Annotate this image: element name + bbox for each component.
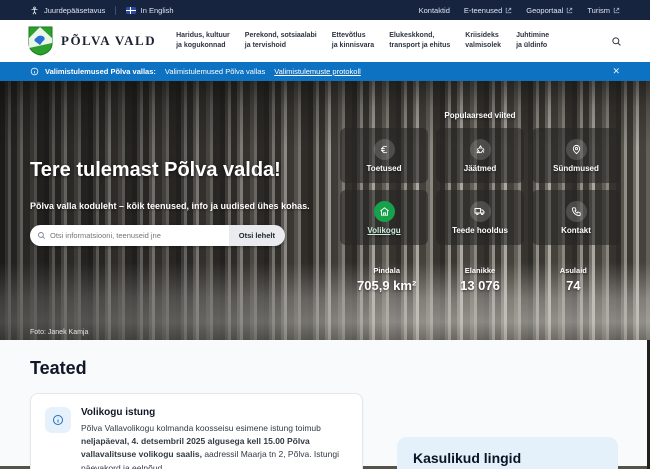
quicklinks: Populaarsed viited Toetused (340, 111, 620, 245)
nav-item-perekond[interactable]: Perekond, sotsiaalabi ja tervishoid (245, 31, 317, 51)
stat-label: Pindala (340, 266, 433, 275)
accessibility-label: Juurdepääsetavus (44, 6, 105, 15)
tile-label: Sündmused (553, 164, 599, 173)
teated-heading: Teated (30, 358, 620, 379)
language-label: In English (141, 6, 174, 15)
info-icon (30, 67, 39, 76)
tile-volikogu[interactable]: Volikogu (340, 190, 428, 245)
nav-item-ettevotlus[interactable]: Ettevõtlus ja kinnisvara (332, 31, 374, 51)
useful-links-panel: Kasulikud lingid (397, 437, 618, 469)
topbar-link-label: Geoportaal (526, 6, 563, 15)
tile-label: Jäätmed (464, 164, 496, 173)
truck-icon (470, 201, 491, 222)
hero-subtitle: Põlva valla koduleht – kõik teenused, in… (30, 201, 310, 211)
stat-value: 74 (527, 278, 620, 293)
map-pin-icon (566, 139, 587, 160)
announcement-link[interactable]: Valimistulemuste protokoll (274, 67, 361, 76)
topbar-link-label: Turism (587, 6, 610, 15)
nav-label: valmisolek (465, 41, 501, 51)
tile-kontakt[interactable]: Kontakt (532, 190, 620, 245)
topbar-link-turism[interactable]: Turism (587, 6, 620, 15)
external-link-icon (566, 7, 573, 14)
accessibility-link[interactable]: Juurdepääsetavus (30, 6, 105, 15)
stat-label: Elanikke (433, 266, 526, 275)
announcement-title: Valimistulemused Põlva vallas: (45, 67, 156, 76)
notice-title: Volikogu istung (81, 407, 348, 418)
announcement-text: Valimistulemused Põlva vallas (165, 67, 265, 76)
tile-teede-hooldus[interactable]: Teede hooldus (436, 190, 524, 245)
topbar-link-e-teenused[interactable]: E-teenused (464, 6, 512, 15)
external-link-icon (613, 7, 620, 14)
top-utility-bar: Juurdepääsetavus | In English Kontaktid … (0, 0, 650, 20)
nav-item-juhtimine[interactable]: Juhtimine ja üldinfo (516, 31, 549, 51)
notice-body-text: Põlva Vallavolikogu kolmanda koosseisu e… (81, 423, 321, 433)
stat-value: 705,9 km² (340, 278, 433, 293)
topbar-link-label: E-teenused (464, 6, 502, 15)
main-nav: Haridus, kultuur ja kogukonnad Perekond,… (176, 31, 549, 51)
page: Juurdepääsetavus | In English Kontaktid … (0, 0, 650, 469)
notice-body: Põlva Vallavolikogu kolmanda koosseisu e… (81, 422, 348, 469)
tile-toetused[interactable]: Toetused (340, 128, 428, 183)
header-search-button[interactable] (611, 36, 622, 47)
stat-pindala: Pindala 705,9 km² (340, 266, 433, 293)
accessibility-icon (30, 6, 39, 15)
tile-label: Kontakt (561, 226, 591, 235)
stat-label: Asulaid (527, 266, 620, 275)
info-badge (45, 407, 71, 433)
topbar-divider: | (114, 5, 116, 15)
search-icon (611, 36, 622, 47)
hero-section: Tere tulemast Põlva valda! Põlva valla k… (0, 81, 650, 340)
nav-label: Elukeskkond, (389, 31, 450, 41)
uk-flag-icon (126, 7, 136, 14)
site-logo[interactable]: PÕLVA VALD (28, 26, 156, 56)
home-icon (374, 201, 395, 222)
photo-credit: Foto: Janek Kamja (30, 329, 88, 336)
stat-elanikke: Elanikke 13 076 (433, 266, 526, 293)
site-header: PÕLVA VALD Haridus, kultuur ja kogukonna… (0, 20, 650, 62)
nav-label: ja tervishoid (245, 41, 317, 51)
hero-search-submit[interactable]: Otsi lehelt (229, 225, 285, 246)
announcement-bar: Valimistulemused Põlva vallas: Valimistu… (0, 62, 650, 81)
recycle-icon (470, 139, 491, 160)
nav-label: ja kogukonnad (176, 41, 230, 51)
nav-label: Juhtimine (516, 31, 549, 41)
hero-search-input[interactable] (30, 225, 229, 246)
external-link-icon (505, 7, 512, 14)
nav-label: Perekond, sotsiaalabi (245, 31, 317, 41)
quicklinks-title: Populaarsed viited (340, 111, 620, 120)
nav-label: Haridus, kultuur (176, 31, 230, 41)
language-switch[interactable]: In English (126, 6, 174, 15)
nav-item-kriisideks[interactable]: Kriisideks valmisolek (465, 31, 501, 51)
notice-card[interactable]: Volikogu istung Põlva Vallavolikogu kolm… (30, 393, 363, 469)
nav-label: ja kinnisvara (332, 41, 374, 51)
topbar-link-kontaktid[interactable]: Kontaktid (419, 6, 450, 15)
search-icon (37, 231, 46, 240)
useful-links-heading: Kasulikud lingid (413, 450, 602, 466)
notice-content: Volikogu istung Põlva Vallavolikogu kolm… (81, 407, 348, 469)
nav-item-haridus[interactable]: Haridus, kultuur ja kogukonnad (176, 31, 230, 51)
euro-icon (374, 139, 395, 160)
hero-search: Otsi lehelt (30, 225, 285, 246)
nav-item-elukeskkond[interactable]: Elukeskkond, transport ja ehitus (389, 31, 450, 51)
stat-value: 13 076 (433, 278, 526, 293)
close-icon[interactable]: ✕ (612, 66, 620, 77)
quicklinks-grid: Toetused Jäätmed (340, 128, 620, 245)
nav-label: ja üldinfo (516, 41, 549, 51)
tile-label: Teede hooldus (452, 226, 508, 235)
phone-icon (566, 201, 587, 222)
nav-label: Ettevõtlus (332, 31, 374, 41)
municipality-stats: Pindala 705,9 km² Elanikke 13 076 Asulai… (340, 266, 620, 293)
tile-label: Toetused (367, 164, 402, 173)
tile-sundmused[interactable]: Sündmused (532, 128, 620, 183)
topbar-link-geoportaal[interactable]: Geoportaal (526, 6, 573, 15)
tile-label: Volikogu (367, 226, 400, 235)
stat-asulaid: Asulaid 74 (527, 266, 620, 293)
coat-of-arms-icon (28, 26, 53, 56)
topbar-link-label: Kontaktid (419, 6, 450, 15)
nav-label: Kriisideks (465, 31, 501, 41)
nav-label: transport ja ehitus (389, 41, 450, 51)
hero-title: Tere tulemast Põlva valda! (30, 159, 281, 182)
tile-jaatmed[interactable]: Jäätmed (436, 128, 524, 183)
logo-title: PÕLVA VALD (61, 33, 156, 49)
